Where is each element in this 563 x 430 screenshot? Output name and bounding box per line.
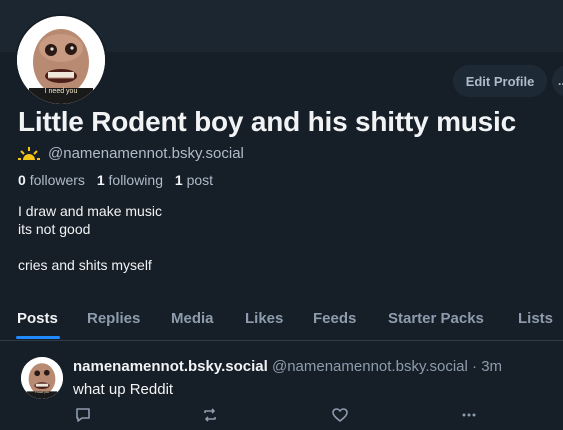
more-options-icon[interactable] bbox=[460, 406, 478, 424]
tab-replies[interactable]: Replies bbox=[87, 310, 140, 327]
profile-handle: @namenamennot.bsky.social bbox=[48, 145, 244, 162]
profile-tabs: Posts Replies Media Likes Feeds Starter … bbox=[0, 300, 563, 341]
profile-more-button[interactable]: ... bbox=[552, 65, 563, 97]
tab-starter-packs[interactable]: Starter Packs bbox=[388, 310, 484, 327]
post-avatar-caption: I need you bbox=[34, 390, 49, 394]
reply-icon[interactable] bbox=[74, 406, 92, 424]
tab-media[interactable]: Media bbox=[171, 310, 214, 327]
post-author-name[interactable]: namenamennot.bsky.social bbox=[73, 358, 268, 375]
post-author-avatar[interactable]: I need you bbox=[21, 357, 63, 399]
profile-bio: I draw and make music its not good cries… bbox=[18, 203, 162, 273]
profile-handle-row: @namenamennot.bsky.social bbox=[18, 145, 244, 162]
profile-avatar[interactable]: I need you bbox=[15, 14, 107, 106]
active-tab-indicator bbox=[16, 336, 60, 339]
post-item[interactable]: I need you namenamennot.bsky.social @nam… bbox=[0, 342, 563, 430]
edit-profile-button[interactable]: Edit Profile bbox=[453, 65, 547, 97]
avatar-caption: I need you bbox=[44, 88, 78, 95]
tab-likes[interactable]: Likes bbox=[245, 310, 283, 327]
tab-feeds[interactable]: Feeds bbox=[313, 310, 356, 327]
tab-lists[interactable]: Lists bbox=[518, 310, 553, 327]
profile-stats: 0 followers 1 following 1 post bbox=[18, 172, 213, 188]
following-stat[interactable]: 1 following bbox=[97, 172, 163, 188]
like-icon[interactable] bbox=[331, 406, 349, 424]
tab-posts[interactable]: Posts bbox=[17, 310, 58, 327]
repost-icon[interactable] bbox=[201, 406, 219, 424]
posts-stat: 1 post bbox=[174, 172, 214, 188]
post-header: namenamennot.bsky.social @namenamennot.b… bbox=[73, 358, 502, 375]
followers-stat[interactable]: 0 followers bbox=[18, 172, 85, 188]
post-timestamp[interactable]: 3m bbox=[481, 358, 502, 375]
post-separator: · bbox=[472, 358, 478, 375]
sun-icon bbox=[18, 146, 40, 160]
post-text: what up Reddit bbox=[73, 381, 174, 398]
profile-display-name: Little Rodent boy and his shitty music bbox=[18, 106, 516, 137]
post-author-handle[interactable]: @namenamennot.bsky.social bbox=[272, 358, 468, 375]
